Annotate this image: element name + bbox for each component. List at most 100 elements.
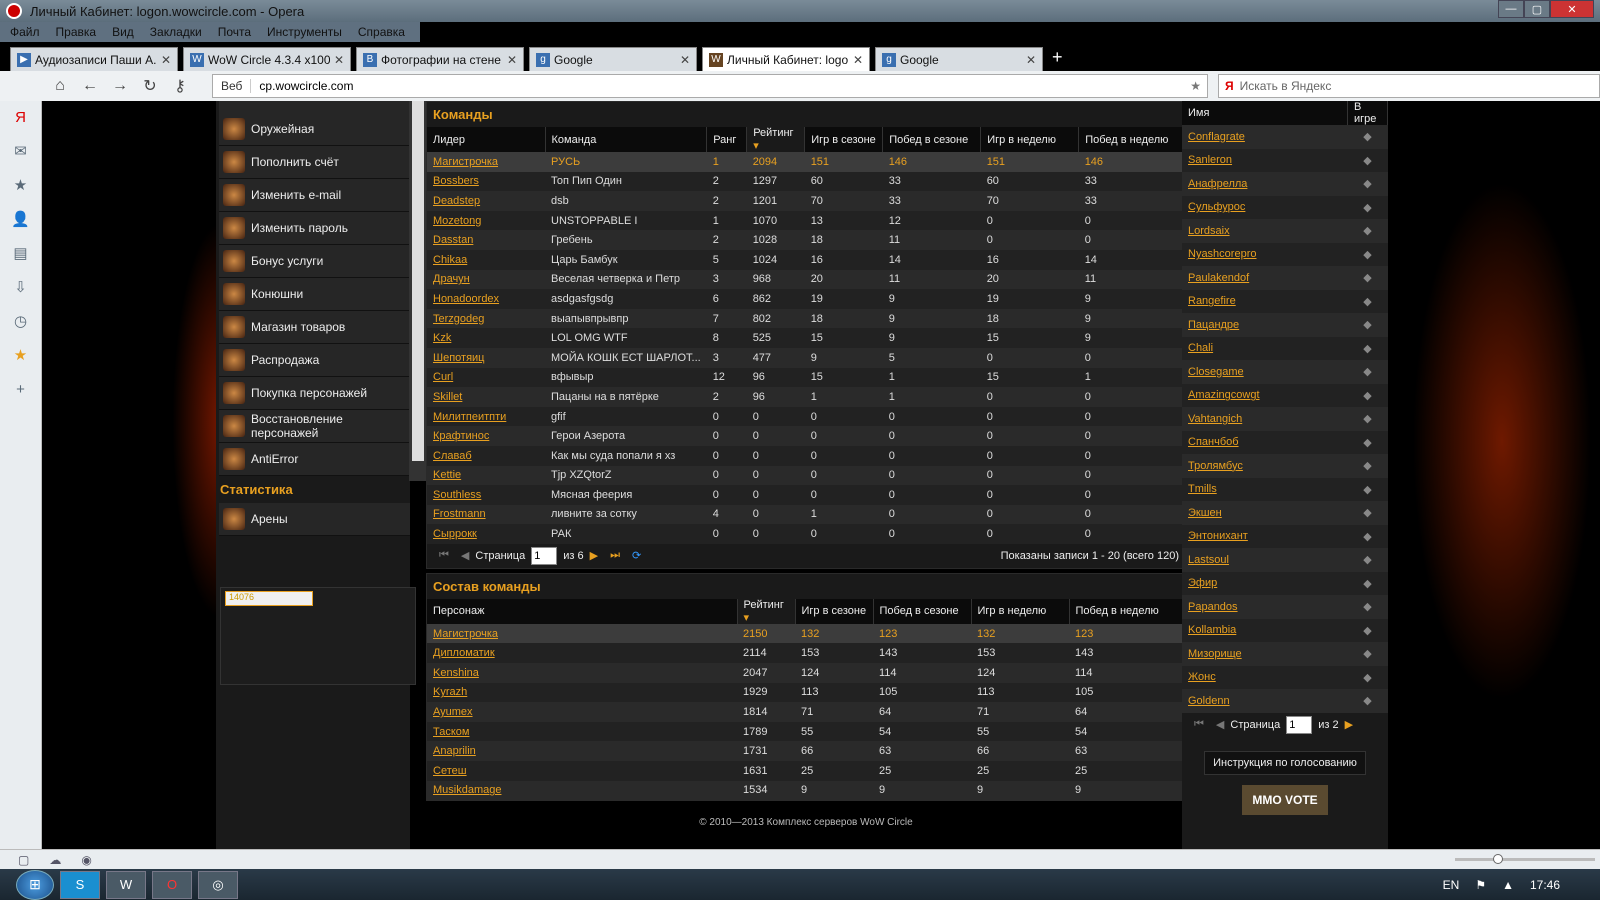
online-row[interactable]: Papandos ◆	[1182, 595, 1388, 619]
vote-instructions-button[interactable]: Инструкция по голосованию	[1204, 750, 1366, 775]
player-link[interactable]: Paulakendof	[1188, 272, 1249, 284]
player-link[interactable]: Магистрочка	[433, 628, 498, 640]
last-page-icon[interactable]: ⏭	[610, 549, 620, 562]
yandex-panel-icon[interactable]: Я	[0, 101, 41, 135]
tab-cabinet[interactable]: W Личный Кабинет: logo... ✕	[702, 47, 870, 71]
player-link[interactable]: Kenshina	[433, 667, 479, 679]
search-input[interactable]: Я Искать в Яндекс	[1218, 74, 1600, 98]
player-link[interactable]: Lastsoul	[1188, 554, 1229, 566]
online-row[interactable]: Closegame ◆	[1182, 360, 1388, 384]
player-link[interactable]: Энтонихант	[1188, 530, 1248, 542]
panel-toggle-icon[interactable]: ▢	[18, 853, 29, 867]
menu-tools[interactable]: Инструменты	[267, 25, 342, 39]
player-link[interactable]: Таском	[433, 726, 469, 738]
online-row[interactable]: Lastsoul ◆	[1182, 548, 1388, 572]
online-row[interactable]: Тролямбус ◆	[1182, 454, 1388, 478]
col-1[interactable]: Команда	[545, 127, 708, 152]
player-link[interactable]: Пацандре	[1188, 319, 1239, 331]
col-ingame[interactable]: В игре	[1347, 101, 1388, 125]
online-row[interactable]: Пацандре ◆	[1182, 313, 1388, 337]
sidebar-item-arenas[interactable]: Арены	[219, 503, 410, 536]
skype-taskbar-icon[interactable]: S	[60, 870, 100, 899]
table-row[interactable]: Honadoordex asdgasfgsdg 6 862 19 9 19 9	[427, 289, 1185, 309]
tray-expand-icon[interactable]: ▲	[1502, 878, 1514, 892]
sidebar-item-sale[interactable]: Распродажа	[219, 344, 410, 377]
prev-page-icon[interactable]: ◀	[1216, 718, 1224, 731]
player-link[interactable]: Terzgodeg	[433, 313, 484, 325]
col-4[interactable]: Игр в сезоне	[804, 127, 884, 152]
sidebar-item-buy-characters[interactable]: Покупка персонажей	[219, 377, 410, 410]
online-row[interactable]: Мизорище ◆	[1182, 642, 1388, 666]
prev-page-icon[interactable]: ◀	[461, 549, 469, 562]
table-row[interactable]: Kenshina 2047 124 114 124 114	[427, 663, 1185, 683]
online-row[interactable]: Nyashcorepro ◆	[1182, 242, 1388, 266]
online-row[interactable]: Amazingcowgt ◆	[1182, 383, 1388, 407]
turbo-icon[interactable]: ◉	[81, 853, 91, 867]
col-1[interactable]: Рейтинг ▾	[737, 598, 796, 624]
page-input[interactable]	[1286, 715, 1313, 734]
player-link[interactable]: Vahtangich	[1188, 413, 1242, 425]
col-name[interactable]: Имя	[1182, 101, 1348, 125]
player-link[interactable]: Rangefire	[1188, 295, 1236, 307]
language-indicator[interactable]: EN	[1443, 878, 1460, 892]
player-link[interactable]: Драчун	[433, 273, 470, 285]
online-row[interactable]: Lordsaix ◆	[1182, 219, 1388, 243]
notes-icon[interactable]: ▤	[0, 237, 41, 271]
address-field[interactable]: Веб cp.wowcircle.com ★	[212, 74, 1208, 98]
close-tab-icon[interactable]: ✕	[507, 53, 517, 67]
tab-photos[interactable]: B Фотографии на стене ... ✕	[356, 47, 524, 71]
menu-help[interactable]: Справка	[358, 25, 405, 39]
menu-bookmarks[interactable]: Закладки	[150, 25, 202, 39]
sidebar-item-stables[interactable]: Конюшни	[219, 278, 410, 311]
col-0[interactable]: Персонаж	[427, 598, 738, 624]
player-link[interactable]: Closegame	[1188, 366, 1244, 378]
bookmarks-icon[interactable]: ★	[0, 169, 41, 203]
player-link[interactable]: Kollambia	[1188, 624, 1236, 636]
close-tab-icon[interactable]: ✕	[1026, 53, 1036, 67]
widgets-icon[interactable]: ★	[0, 339, 41, 373]
player-link[interactable]: Bossbers	[433, 175, 479, 187]
wow-taskbar-icon[interactable]: W	[106, 870, 146, 899]
table-row[interactable]: Шепотяиц МОЙА КОШК ЕСТ ШАРЛОТ... 3 477 9 5 0 0	[427, 347, 1185, 368]
player-link[interactable]: Chali	[1188, 342, 1213, 354]
table-row[interactable]: Anaprilin 1731 66 63 66 63	[427, 741, 1185, 762]
menu-edit[interactable]: Правка	[56, 25, 97, 39]
sidebar-item-shop[interactable]: Магазин товаров	[219, 311, 410, 344]
table-row[interactable]: Skillet Пацаны на в пятёрке 2 96 1 1 0 0	[427, 387, 1185, 407]
start-button[interactable]: ⊞	[16, 869, 54, 900]
table-row[interactable]: Southless Мясная феерия 0 0 0 0 0 0	[427, 485, 1185, 505]
home-icon[interactable]: ⌂	[45, 77, 75, 95]
sidebar-item-armory[interactable]: Оружейная	[219, 113, 410, 146]
player-link[interactable]: Nyashcorepro	[1188, 248, 1256, 260]
forward-icon[interactable]: →	[105, 77, 135, 95]
online-row[interactable]: Paulakendof ◆	[1182, 266, 1388, 290]
player-link[interactable]: Musikdamage	[433, 784, 501, 796]
player-link[interactable]: Honadoordex	[433, 293, 499, 305]
player-link[interactable]: Сульфурос	[1188, 201, 1245, 213]
tab-google-1[interactable]: g Google ✕	[529, 47, 697, 71]
close-tab-icon[interactable]: ✕	[680, 53, 690, 67]
player-link[interactable]: Жонс	[1188, 671, 1216, 683]
table-row[interactable]: Крафтинос Герои Азерота 0 0 0 0 0 0	[427, 426, 1185, 446]
menu-file[interactable]: Файл	[10, 25, 40, 39]
refresh-icon[interactable]: ⟳	[632, 549, 641, 562]
downloads-icon[interactable]: ⇩	[0, 271, 41, 305]
table-row[interactable]: Dasstan Гребень 2 1028 18 11 0 0	[427, 230, 1185, 250]
maximize-button[interactable]: ▢	[1524, 0, 1550, 18]
table-row[interactable]: Сетеш 1631 25 25 25 25	[427, 761, 1185, 781]
tab-wowcircle[interactable]: W WoW Circle 4.3.4 x100 ✕	[183, 47, 351, 71]
online-row[interactable]: Экшен ◆	[1182, 501, 1388, 525]
table-row[interactable]: Chikaa Царь Бамбук 5 1024 16 14 16 14	[427, 249, 1185, 270]
sidebar-item-topup[interactable]: Пополнить счёт	[219, 146, 410, 179]
player-link[interactable]: Tmills	[1188, 483, 1217, 495]
bookmark-star-icon[interactable]: ★	[1190, 79, 1201, 93]
close-window-button[interactable]: ✕	[1550, 0, 1594, 18]
table-row[interactable]: Terzgodeg выапывпрывпр 7 802 18 9 18 9	[427, 308, 1185, 329]
online-row[interactable]: Conflagrate ◆	[1182, 125, 1388, 149]
table-row[interactable]: Kzk LOL OMG WTF 8 525 15 9 15 9	[427, 328, 1185, 348]
player-link[interactable]: Sanleron	[1188, 154, 1232, 166]
sidebar-item-change-email[interactable]: Изменить e-mail	[219, 179, 410, 212]
table-row[interactable]: Deadstep dsb 2 1201 70 33 70 33	[427, 191, 1185, 211]
player-link[interactable]: Славаб	[433, 450, 472, 462]
col-0[interactable]: Лидер	[427, 127, 546, 152]
